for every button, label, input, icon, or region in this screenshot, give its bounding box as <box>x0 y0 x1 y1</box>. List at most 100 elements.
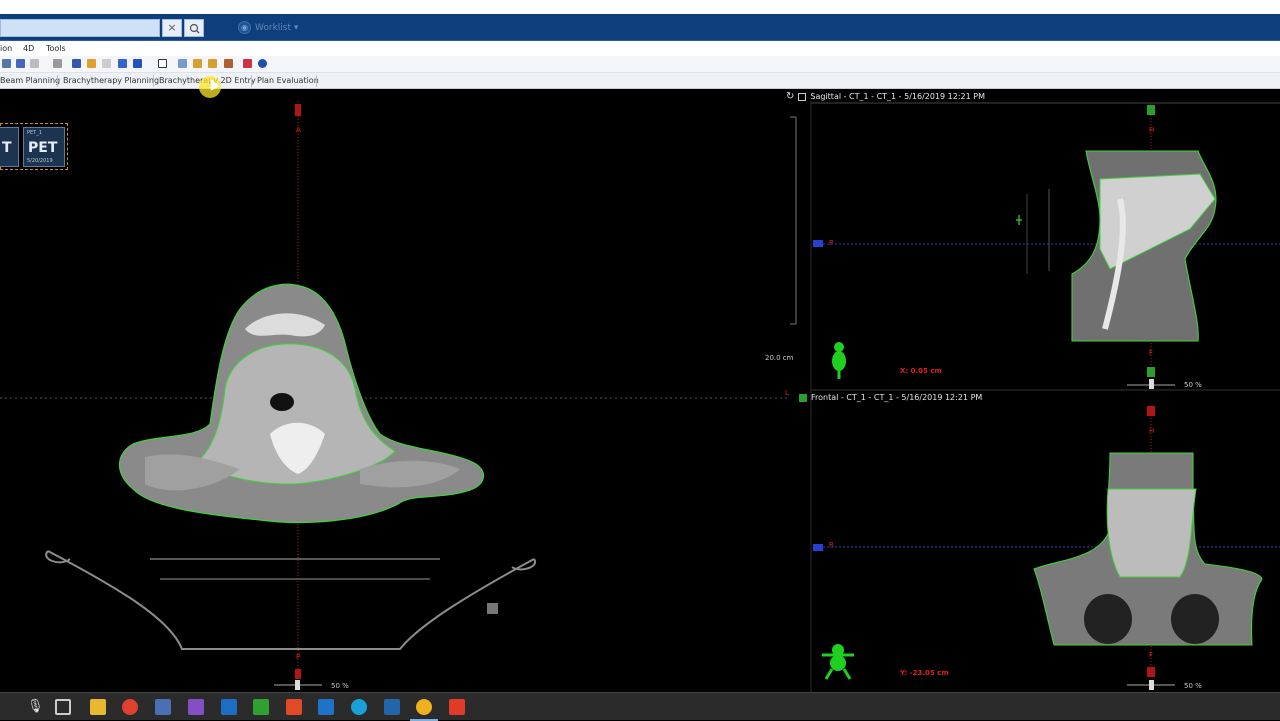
pet-series-name: PET_1 <box>27 130 42 136</box>
tab-brachytherapy-planning[interactable]: Brachytherapy Planning <box>63 76 159 85</box>
taskbar: 🎙 <box>0 692 1280 721</box>
sagittal-zoom-handle <box>1149 379 1154 389</box>
tab-plan-evaluation[interactable]: Plan Evaluation <box>257 76 319 85</box>
sagittal-bottom-marker: F <box>1149 349 1154 357</box>
frontal-top-marker: H <box>1149 427 1155 435</box>
refresh-icon[interactable]: ↻ <box>786 91 794 102</box>
sagittal-top-handle <box>1147 105 1155 115</box>
chart-icon[interactable] <box>243 59 252 68</box>
frontal-zoom-handle <box>1149 680 1154 690</box>
frontal-top-handle <box>1147 406 1155 416</box>
axial-top-marker: A <box>296 126 301 134</box>
app-icon[interactable] <box>410 699 438 721</box>
maximize-icon[interactable] <box>798 92 807 101</box>
sagittal-header: ↻ Sagittal - CT_1 - CT_1 - 5/16/2019 12:… <box>786 91 985 102</box>
axial-trachea <box>270 393 294 411</box>
save-icon[interactable] <box>16 59 25 68</box>
frontal-title: Frontal - CT_1 - CT_1 - 5/16/2019 12:21 … <box>811 393 983 402</box>
axial-table-edge <box>45 550 537 571</box>
tab-divider <box>251 75 252 87</box>
grid-icon[interactable] <box>53 59 62 68</box>
search-input[interactable] <box>0 19 160 37</box>
axial-right-marker: L <box>785 389 789 397</box>
task-view-icon[interactable] <box>55 699 71 715</box>
title-bar: × ◉ Worklist ▾ <box>0 14 1280 41</box>
axial-scale-label: 20.0 cm <box>765 354 794 362</box>
sagittal-zoom-label: 50 % <box>1184 381 1202 389</box>
frontal-bottom-marker: F <box>1149 651 1154 659</box>
sagittal-left-handle <box>813 240 823 247</box>
chrome-icon[interactable] <box>122 699 138 715</box>
pointer-icon[interactable] <box>158 59 167 68</box>
frontal-neck-contour <box>1106 488 1197 578</box>
search-button[interactable] <box>184 19 204 37</box>
axial-bottom-marker: P <box>296 653 301 661</box>
frontal-lung-right <box>1171 594 1219 644</box>
folder-open-icon[interactable] <box>208 59 217 68</box>
visual-studio-icon[interactable] <box>188 699 204 715</box>
menu-item-4d[interactable]: 4D <box>23 44 34 53</box>
frontal-lung-left <box>1084 594 1132 644</box>
worklist-menu[interactable]: ◉ Worklist ▾ <box>238 21 298 34</box>
export-icon[interactable] <box>224 59 233 68</box>
pet-date: 5/20/2019 <box>27 158 53 164</box>
sagittal-left-marker: P <box>829 239 834 247</box>
ct-thumbnail[interactable]: T <box>0 127 19 167</box>
menu-bar: ion 4D Tools <box>0 41 1280 56</box>
print-icon[interactable] <box>30 59 39 68</box>
sagittal-title: Sagittal - CT_1 - CT_1 - 5/16/2019 12:21… <box>810 92 985 101</box>
tab-divider <box>153 75 154 87</box>
axial-zoom-label: 50 % <box>331 682 349 690</box>
frontal-orientation-figure <box>822 644 854 680</box>
skype-icon[interactable] <box>351 699 367 715</box>
tab-divider <box>316 75 317 87</box>
frontal-left-handle <box>813 544 823 551</box>
copy-icon[interactable] <box>118 59 127 68</box>
frontal-color-swatch <box>799 393 807 402</box>
close-icon: × <box>167 21 177 34</box>
microphone-icon[interactable]: 🎙 <box>27 699 44 715</box>
frontal-zoom-label: 50 % <box>1184 682 1202 690</box>
sagittal-bottom-handle <box>1147 367 1155 377</box>
axial-top-handle <box>295 104 301 116</box>
worklist-icon: ◉ <box>238 21 251 34</box>
zoom-icon[interactable] <box>178 59 187 68</box>
frontal-left-marker: R <box>829 541 834 549</box>
tab-beam-planning[interactable]: Beam Planning <box>0 76 60 85</box>
pencil-icon[interactable] <box>87 59 96 68</box>
image-viewer: T PET_1 PET 5/20/2019 A P 20.0 cm L 50 %… <box>0 89 1280 692</box>
workflow-tabs: Beam Planning Brachytherapy Planning Bra… <box>0 73 1280 89</box>
worklist-label: Worklist ▾ <box>255 22 299 33</box>
sagittal-top-marker: H <box>1149 126 1155 134</box>
tab-divider <box>57 75 58 87</box>
frontal-coordinate: Y: -23.05 cm <box>900 669 949 677</box>
folder-icon[interactable] <box>193 59 202 68</box>
outlook-icon[interactable] <box>221 699 237 715</box>
visual-studio-code-icon[interactable] <box>155 699 171 715</box>
sharepoint-icon[interactable] <box>318 699 334 715</box>
camtasia-icon[interactable] <box>253 699 269 715</box>
clear-search-button[interactable]: × <box>162 19 182 37</box>
axial-zoom-handle <box>295 680 300 690</box>
search-icon <box>189 23 200 34</box>
menu-item-ion[interactable]: ion <box>0 44 12 53</box>
frontal-header: Frontal - CT_1 - CT_1 - 5/16/2019 12:21 … <box>799 393 982 402</box>
arrow-icon[interactable] <box>102 59 111 68</box>
series-thumbnails: T PET_1 PET 5/20/2019 <box>0 123 68 170</box>
sagittal-coordinate: X: 0.05 cm <box>900 367 942 375</box>
pet-thumbnail[interactable]: PET_1 PET 5/20/2019 <box>23 127 65 167</box>
layout-icon[interactable] <box>72 59 81 68</box>
ct-thumbnail-label: T <box>2 140 12 156</box>
axial-bottom-handle <box>295 669 301 679</box>
pet-modality-label: PET <box>28 140 58 156</box>
camtasia-recorder-icon[interactable] <box>449 699 465 715</box>
file-explorer-icon[interactable] <box>90 699 106 715</box>
recorder-icon[interactable] <box>286 699 302 715</box>
menu-item-tools[interactable]: Tools <box>46 44 66 53</box>
info-icon[interactable] <box>258 59 267 68</box>
table-icon[interactable] <box>133 59 142 68</box>
open-icon[interactable] <box>2 59 11 68</box>
axial-marker-block <box>487 603 498 614</box>
axial-table <box>47 550 535 650</box>
terminal-icon[interactable] <box>384 699 400 715</box>
